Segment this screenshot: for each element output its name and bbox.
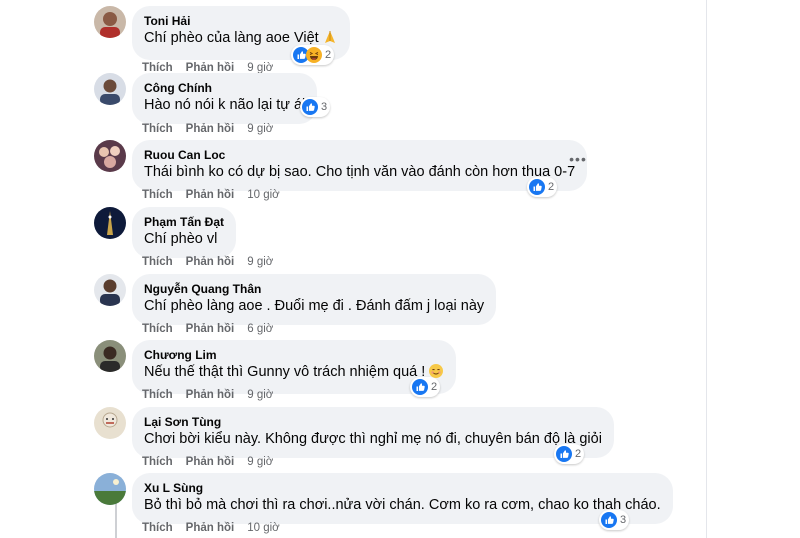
comment-time[interactable]: 9 giờ bbox=[247, 456, 273, 468]
comment-text: Thái bình ko có dự bị sao. Cho tịnh văn … bbox=[144, 164, 576, 180]
avatar[interactable] bbox=[94, 274, 126, 306]
comment-actions: Thích Phản hồi 9 giờ bbox=[142, 122, 273, 136]
reaction-count: 3 bbox=[321, 101, 328, 113]
reaction-summary[interactable]: 2 bbox=[291, 45, 335, 65]
comment-actions: Thích Phản hồi 9 giờ bbox=[142, 455, 273, 469]
comment-time[interactable]: 10 giờ bbox=[247, 189, 279, 201]
like-button[interactable]: Thích bbox=[142, 256, 173, 268]
reaction-summary[interactable]: 2 bbox=[527, 177, 558, 197]
comment-author[interactable]: Toni Hải bbox=[144, 13, 338, 29]
comment-actions: Thích Phản hồi 10 giờ bbox=[142, 188, 280, 202]
reply-button[interactable]: Phản hồi bbox=[186, 256, 235, 268]
comment-actions: Thích Phản hồi 9 giờ bbox=[142, 255, 273, 269]
comment-bubble: Công Chính Hào nó nói k não lại tự ái bbox=[132, 73, 318, 124]
comment-bubble: Lại Sơn Tùng Chơi bời kiểu này. Không đư… bbox=[132, 407, 614, 458]
like-button[interactable]: Thích bbox=[142, 189, 173, 201]
avatar[interactable] bbox=[94, 207, 126, 239]
comment-actions: Thích Phản hồi 10 giờ bbox=[142, 521, 280, 535]
comment-text-body: Nếu thế thật thì Gunny vô trách nhiệm qu… bbox=[144, 364, 426, 380]
more-options-icon[interactable]: ••• bbox=[568, 150, 588, 170]
reply-button[interactable]: Phản hồi bbox=[186, 189, 235, 201]
comment-time[interactable]: 9 giờ bbox=[247, 123, 273, 135]
reply-button[interactable]: Phản hồi bbox=[186, 323, 235, 335]
haha-icon bbox=[306, 47, 322, 63]
reply-button[interactable]: Phản hồi bbox=[186, 456, 235, 468]
like-button[interactable]: Thích bbox=[142, 123, 173, 135]
avatar[interactable] bbox=[94, 6, 126, 38]
reply-button[interactable]: Phản hồi bbox=[186, 389, 235, 401]
avatar[interactable] bbox=[94, 473, 126, 505]
like-button[interactable]: Thích bbox=[142, 323, 173, 335]
comment-actions: Thích Phản hồi 6 giờ bbox=[142, 322, 273, 336]
like-icon bbox=[556, 446, 572, 462]
comment-bubble: Xu L Sùng Bỏ thì bỏ mà chơi thì ra chơi.… bbox=[132, 473, 673, 524]
reaction-count: 2 bbox=[431, 381, 438, 393]
comment-author[interactable]: Ruou Can Loc bbox=[144, 147, 575, 163]
comment-text: Bỏ thì bỏ mà chơi thì ra chơi..nửa vời c… bbox=[144, 497, 661, 513]
reaction-summary[interactable]: 2 bbox=[554, 444, 585, 464]
comment-author[interactable]: Nguyễn Quang Thân bbox=[144, 281, 484, 297]
like-icon bbox=[529, 179, 545, 195]
comment-time[interactable]: 6 giờ bbox=[247, 323, 273, 335]
like-button[interactable]: Thích bbox=[142, 522, 173, 534]
comment-time[interactable]: 10 giờ bbox=[247, 522, 279, 534]
like-icon bbox=[601, 512, 617, 528]
comment-text: Chí phèo vl bbox=[144, 231, 218, 247]
reaction-count: 2 bbox=[548, 181, 555, 193]
comment-time[interactable]: 9 giờ bbox=[247, 389, 273, 401]
comment-author[interactable]: Xu L Sùng bbox=[144, 480, 661, 496]
like-button[interactable]: Thích bbox=[142, 389, 173, 401]
scroll-divider bbox=[706, 0, 707, 538]
avatar[interactable] bbox=[94, 407, 126, 439]
reaction-summary[interactable]: 3 bbox=[599, 510, 630, 530]
reply-button[interactable]: Phản hồi bbox=[186, 123, 235, 135]
comment-bubble: Chương Lim Nếu thế thật thì Gunny vô trá… bbox=[132, 340, 457, 394]
reaction-summary[interactable]: 3 bbox=[300, 97, 331, 117]
comment-text: Hào nó nói k não lại tự ái bbox=[144, 97, 306, 113]
comment-text: Chí phèo làng aoe . Đuổi mẹ đi . Đánh đấ… bbox=[144, 298, 485, 314]
avatar[interactable] bbox=[94, 73, 126, 105]
comment-author[interactable]: Chương Lim bbox=[144, 347, 444, 363]
like-icon bbox=[412, 379, 428, 395]
avatar[interactable] bbox=[94, 340, 126, 372]
comment-bubble: Phạm Tấn Đạt Chí phèo vl bbox=[132, 207, 237, 258]
reaction-summary[interactable]: 2 bbox=[410, 377, 441, 397]
reaction-count: 2 bbox=[325, 49, 332, 61]
comment-text-body: Chí phèo của làng aoe Việt bbox=[144, 30, 319, 46]
like-button[interactable]: Thích bbox=[142, 456, 173, 468]
comment-bubble: Ruou Can Loc Thái bình ko có dự bị sao. … bbox=[132, 140, 588, 191]
like-icon bbox=[302, 99, 318, 115]
avatar[interactable] bbox=[94, 140, 126, 172]
reply-button[interactable]: Phản hồi bbox=[186, 522, 235, 534]
comment-text: Chơi bời kiểu này. Không được thì nghỉ m… bbox=[144, 431, 602, 447]
comment-text: Nếu thế thật thì Gunny vô trách nhiệm qu… bbox=[144, 363, 444, 385]
comment-time[interactable]: 9 giờ bbox=[247, 256, 273, 268]
comment-bubble: Nguyễn Quang Thân Chí phèo làng aoe . Đu… bbox=[132, 274, 497, 325]
comment-actions: Thích Phản hồi 9 giờ bbox=[142, 388, 273, 402]
comment-author[interactable]: Lại Sơn Tùng bbox=[144, 414, 602, 430]
reaction-count: 2 bbox=[575, 448, 582, 460]
comment-author[interactable]: Phạm Tấn Đạt bbox=[144, 214, 224, 230]
reaction-count: 3 bbox=[620, 514, 627, 526]
comment-author[interactable]: Công Chính bbox=[144, 80, 305, 96]
